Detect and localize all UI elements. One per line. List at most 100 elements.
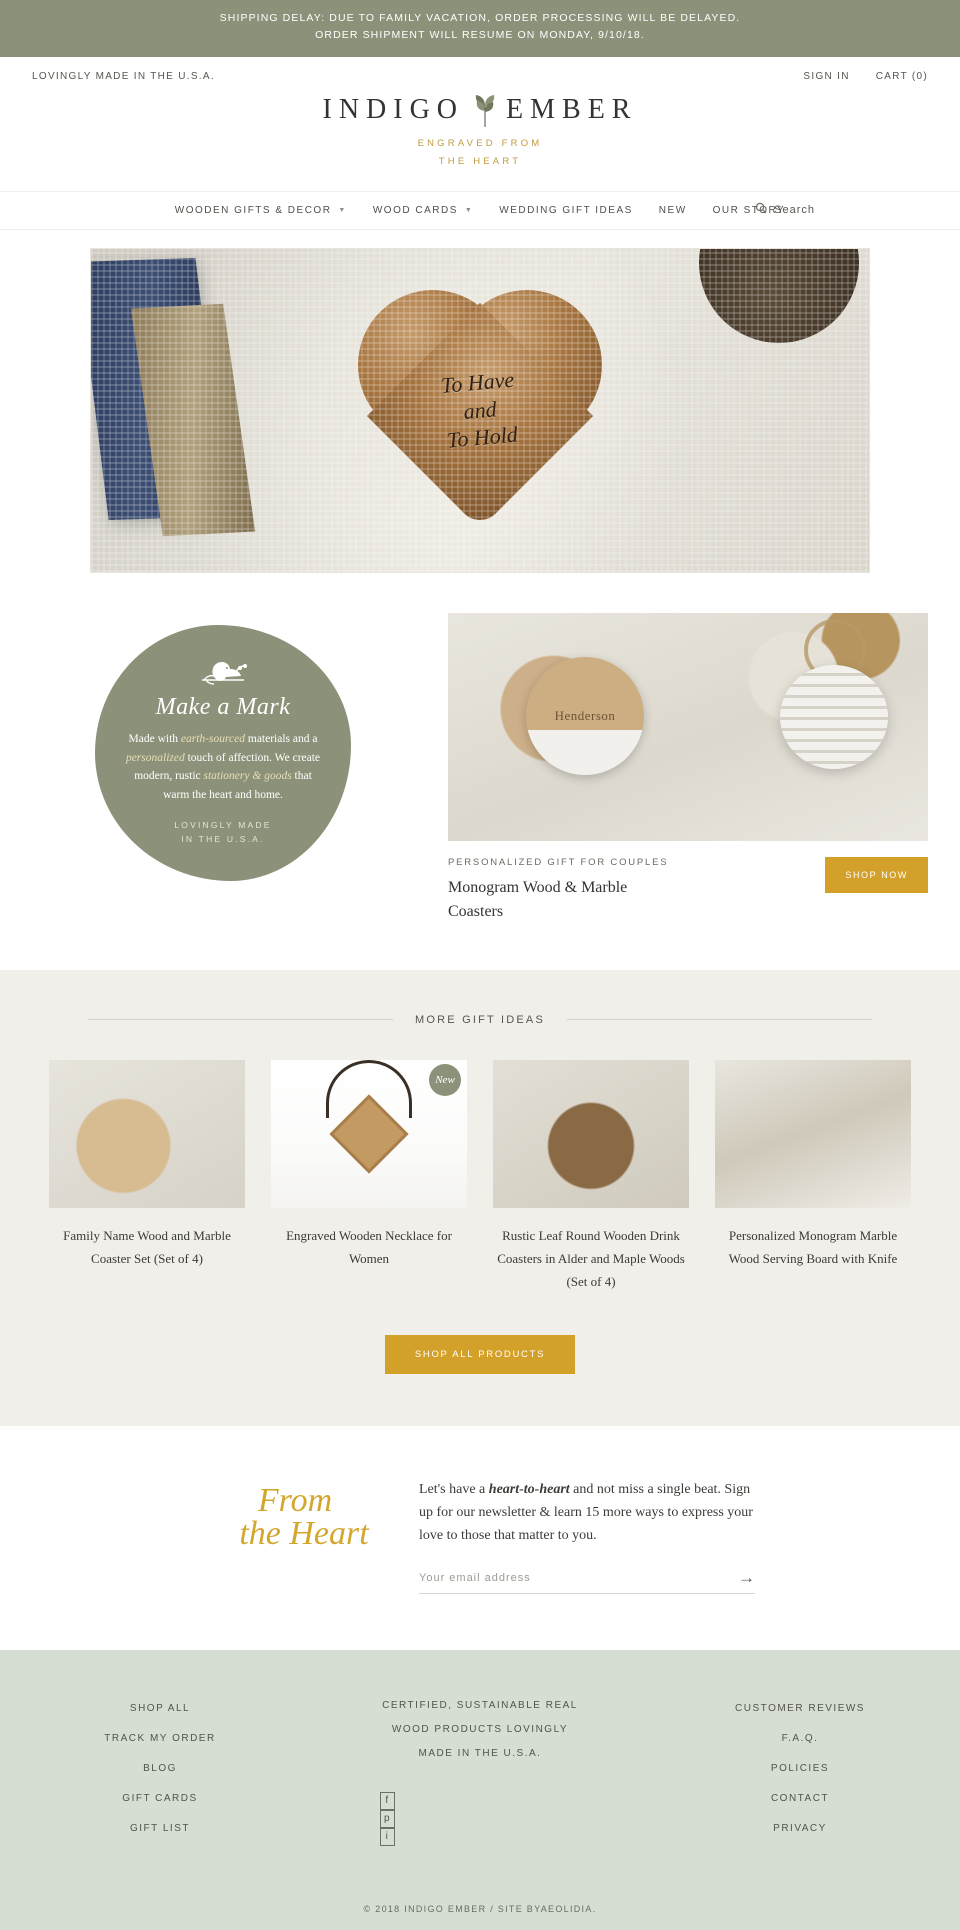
logo-word-right: EMBER: [506, 93, 638, 125]
newsletter-form: →: [419, 1569, 755, 1595]
announcement-line-1: SHIPPING DELAY: DUE TO FAMILY VACATION, …: [219, 12, 741, 24]
footer-link-gift-cards[interactable]: GIFT CARDS: [60, 1784, 260, 1814]
product-thumbnail[interactable]: [493, 1059, 689, 1208]
footer-column-shop: SHOP ALL TRACK MY ORDER BLOG GIFT CARDS …: [60, 1694, 260, 1846]
footer-about-line-2: WOOD PRODUCTS LOVINGLY: [391, 1724, 569, 1736]
newsletter-submit-button[interactable]: →: [738, 1569, 755, 1586]
product-title[interactable]: Personalized Monogram Marble Wood Servin…: [715, 1224, 911, 1270]
make-a-mark-badge: Make a Mark Made with earth-sourced mate…: [95, 624, 351, 881]
brand-and-feature-section: Make a Mark Made with earth-sourced mate…: [0, 573, 960, 970]
logo-word-left: INDIGO: [322, 93, 465, 125]
footer-link-privacy[interactable]: PRIVACY: [700, 1814, 900, 1844]
more-gift-ideas-section: MORE GIFT IDEAS Family Name Wood and Mar…: [0, 969, 960, 1427]
divider-left: [88, 1019, 394, 1021]
nav-item-wood-cards[interactable]: WOOD CARDS ▼: [373, 205, 473, 216]
monogram-coaster: Henderson: [526, 656, 644, 775]
footer-column-about: CERTIFIED, SUSTAINABLE REAL WOOD PRODUCT…: [380, 1694, 580, 1847]
copyright-text: © 2018 INDIGO EMBER / SITE BYAEOLIDIA.: [363, 1904, 597, 1915]
bird-branch-icon: [196, 658, 250, 688]
shop-all-products-button[interactable]: SHOP ALL PRODUCTS: [384, 1335, 576, 1375]
nav-list: WOODEN GIFTS & DECOR ▼ WOOD CARDS ▼ WEDD…: [175, 205, 785, 216]
nav-label: WOODEN GIFTS & DECOR: [174, 204, 332, 216]
newsletter-body: Let's have a heart-to-heart and not miss…: [419, 1478, 755, 1595]
product-thumbnail[interactable]: New: [271, 1059, 467, 1208]
footer-link-shop-all[interactable]: SHOP ALL: [60, 1694, 260, 1724]
product-title[interactable]: Family Name Wood and Marble Coaster Set …: [49, 1224, 245, 1270]
newsletter-copy: Let's have a heart-to-heart and not miss…: [419, 1482, 753, 1544]
footer-link-track-my-order[interactable]: TRACK MY ORDER: [60, 1724, 260, 1754]
logo-tagline: ENGRAVED FROM THE HEART: [0, 135, 960, 171]
sign-in-link[interactable]: SIGN IN: [803, 71, 849, 82]
logo-block[interactable]: INDIGO EMBER ENGRAVED FROM THE HEART: [0, 69, 960, 183]
cart-link[interactable]: CART (0): [876, 71, 928, 82]
footer-link-faq[interactable]: F.A.Q.: [700, 1724, 900, 1754]
product-card[interactable]: Personalized Monogram Marble Wood Servin…: [715, 1059, 911, 1293]
product-card[interactable]: Family Name Wood and Marble Coaster Set …: [49, 1059, 245, 1293]
footer-link-customer-reviews[interactable]: CUSTOMER REVIEWS: [700, 1694, 900, 1724]
footer-columns: SHOP ALL TRACK MY ORDER BLOG GIFT CARDS …: [32, 1694, 928, 1847]
nav-item-wedding-gift-ideas[interactable]: WEDDING GIFT IDEAS: [499, 205, 633, 216]
badge-made-line-2: IN THE U.S.A.: [181, 834, 265, 845]
badge-made-line-1: LOVINGLY MADE: [174, 819, 272, 830]
badge-made-in-usa: LOVINGLY MADE IN THE U.S.A.: [174, 818, 271, 848]
from-the-heart-line-1: From: [257, 1482, 333, 1520]
site-footer: SHOP ALL TRACK MY ORDER BLOG GIFT CARDS …: [0, 1650, 960, 1930]
footer-about-line-1: CERTIFIED, SUSTAINABLE REAL: [382, 1700, 578, 1712]
divider-right: [567, 1019, 873, 1021]
featured-product-image[interactable]: Henderson: [448, 612, 928, 841]
chevron-down-icon: ▼: [338, 206, 347, 214]
footer-column-support: CUSTOMER REVIEWS F.A.Q. POLICIES CONTACT…: [700, 1694, 900, 1846]
nav-item-wooden-gifts-decor[interactable]: WOODEN GIFTS & DECOR ▼: [175, 205, 347, 216]
brand-logo[interactable]: INDIGO EMBER: [0, 93, 960, 127]
featured-product-meta: PERSONALIZED GIFT FOR COUPLES Monogram W…: [448, 841, 928, 924]
logo-tagline-line-2: THE HEART: [438, 155, 522, 167]
featured-product-eyebrow: PERSONALIZED GIFT FOR COUPLES: [448, 856, 669, 868]
badge-body: Made with earth-sourced materials and a …: [125, 733, 321, 801]
footer-link-contact[interactable]: CONTACT: [700, 1784, 900, 1814]
nav-label: WOOD CARDS: [372, 204, 458, 216]
leaf-icon: [472, 93, 498, 127]
footer-about-line-3: MADE IN THE U.S.A.: [418, 1748, 542, 1760]
footer-link-blog[interactable]: BLOG: [60, 1754, 260, 1784]
product-grid: Family Name Wood and Marble Coaster Set …: [32, 1059, 928, 1293]
coaster-stack-decor: [780, 664, 888, 769]
from-the-heart-logo: From the Heart: [205, 1478, 385, 1594]
product-title[interactable]: Rustic Leaf Round Wooden Drink Coasters …: [493, 1224, 689, 1293]
search-label[interactable]: Search: [774, 204, 815, 216]
announcement-bar: SHIPPING DELAY: DUE TO FAMILY VACATION, …: [0, 0, 960, 57]
product-card[interactable]: New Engraved Wooden Necklace for Women: [271, 1059, 467, 1293]
shop-all-wrapper: SHOP ALL PRODUCTS: [32, 1293, 928, 1375]
shop-now-button[interactable]: SHOP NOW: [825, 856, 928, 893]
announcement-line-2: ORDER SHIPMENT WILL RESUME ON MONDAY, 9/…: [315, 29, 645, 42]
instagram-icon[interactable]: i: [380, 1828, 395, 1847]
hero-section: To Have and To Hold: [0, 230, 960, 573]
section-heading-row: MORE GIFT IDEAS: [32, 1014, 928, 1060]
product-thumbnail[interactable]: [715, 1059, 911, 1208]
footer-link-gift-list[interactable]: GIFT LIST: [60, 1814, 260, 1844]
main-navigation: WOODEN GIFTS & DECOR ▼ WOOD CARDS ▼ WEDD…: [0, 191, 960, 230]
utility-bar: LOVINGLY MADE IN THE U.S.A. SIGN IN CART…: [0, 71, 960, 82]
featured-product: Henderson PERSONALIZED GIFT FOR COUPLES …: [448, 612, 928, 924]
hero-engraved-text: To Have and To Hold: [440, 366, 520, 455]
more-gift-ideas-heading: MORE GIFT IDEAS: [415, 1013, 545, 1026]
new-badge: New: [429, 1063, 461, 1096]
site-header: LOVINGLY MADE IN THE U.S.A. SIGN IN CART…: [0, 56, 960, 192]
search-icon: [755, 201, 767, 219]
badge-heading: Make a Mark: [155, 694, 291, 721]
featured-product-text: PERSONALIZED GIFT FOR COUPLES Monogram W…: [448, 857, 668, 924]
footer-link-policies[interactable]: POLICIES: [700, 1754, 900, 1784]
from-the-heart-line-2: the Heart: [239, 1515, 369, 1553]
hero-image[interactable]: To Have and To Hold: [90, 247, 870, 573]
nav-item-new[interactable]: NEW: [659, 205, 687, 216]
newsletter-section: From the Heart Let's have a heart-to-hea…: [0, 1426, 960, 1650]
chevron-down-icon: ▼: [464, 206, 474, 214]
product-title[interactable]: Engraved Wooden Necklace for Women: [271, 1224, 467, 1270]
search-control[interactable]: Search: [755, 201, 815, 219]
product-card[interactable]: Rustic Leaf Round Wooden Drink Coasters …: [493, 1059, 689, 1293]
social-links: f p i: [380, 1766, 580, 1847]
make-a-mark-column: Make a Mark Made with earth-sourced mate…: [32, 613, 414, 881]
email-input[interactable]: [419, 1571, 738, 1584]
product-thumbnail[interactable]: [49, 1059, 245, 1208]
featured-product-title[interactable]: Monogram Wood & Marble Coasters: [448, 876, 668, 924]
logo-tagline-line-1: ENGRAVED FROM: [417, 137, 543, 149]
